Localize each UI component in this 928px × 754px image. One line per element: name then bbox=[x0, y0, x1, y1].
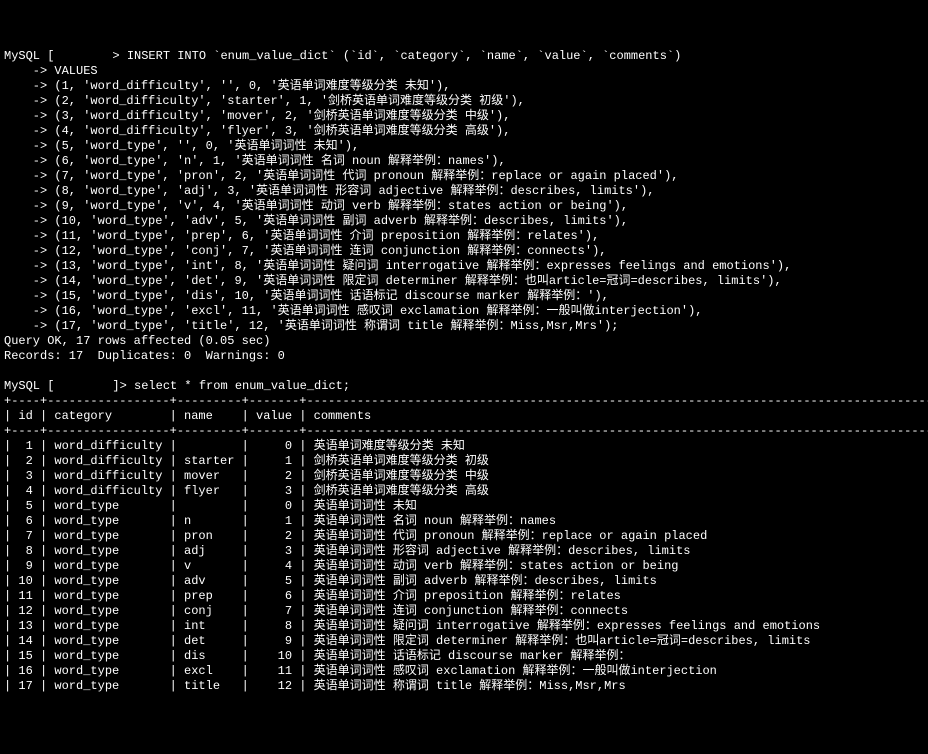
terminal-output: MySQL [> INSERT INTO `enum_value_dict` (… bbox=[4, 49, 924, 694]
